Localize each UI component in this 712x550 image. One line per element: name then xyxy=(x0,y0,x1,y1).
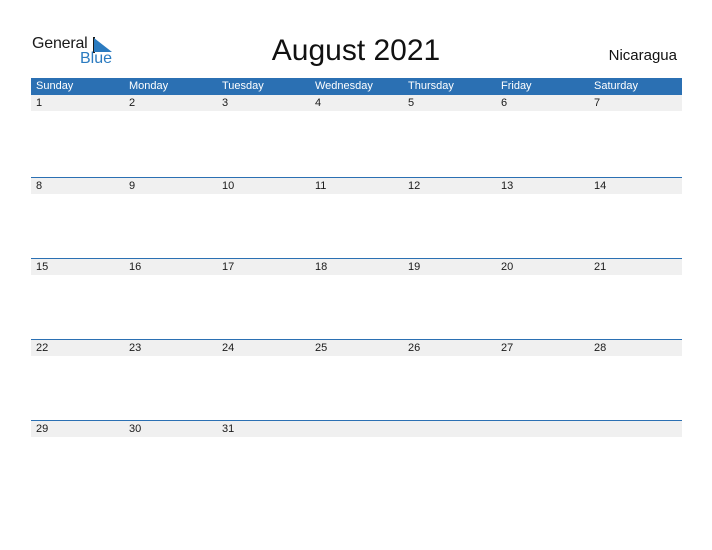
weekday-tuesday: Tuesday xyxy=(222,80,264,92)
day-cell xyxy=(589,421,682,437)
day-cell: 4 xyxy=(315,97,322,109)
day-cell: 26 xyxy=(408,342,421,354)
day-cell: 13 xyxy=(501,180,514,192)
country-label: Nicaragua xyxy=(608,47,677,64)
weekday-monday: Monday xyxy=(129,80,169,92)
day-cell: 7 xyxy=(594,97,601,109)
day-cell: 27 xyxy=(501,342,514,354)
week-row: 29 30 31 xyxy=(31,420,682,501)
day-cell: 5 xyxy=(408,97,415,109)
day-cell: 2 xyxy=(129,97,136,109)
calendar-title: August 2021 xyxy=(271,34,441,67)
day-number-strip: 1 2 3 4 5 6 7 xyxy=(31,95,682,111)
weekday-wednesday: Wednesday xyxy=(315,80,373,92)
calendar-grid: Sunday Monday Tuesday Wednesday Thursday… xyxy=(31,78,682,501)
day-cell: 15 xyxy=(36,261,49,273)
day-cell: 29 xyxy=(36,423,49,435)
day-number-strip: 15 16 17 18 19 20 21 xyxy=(31,258,682,275)
day-cell: 12 xyxy=(408,180,421,192)
weekday-friday: Friday xyxy=(501,80,532,92)
day-cell: 9 xyxy=(129,180,136,192)
day-cell: 20 xyxy=(501,261,514,273)
day-cell: 18 xyxy=(315,261,328,273)
weekday-header: Sunday Monday Tuesday Wednesday Thursday… xyxy=(31,78,682,95)
day-cell: 23 xyxy=(129,342,142,354)
day-cell: 8 xyxy=(36,180,43,192)
day-cell: 31 xyxy=(222,423,235,435)
weekday-sunday: Sunday xyxy=(36,80,74,92)
day-cell: 22 xyxy=(36,342,49,354)
day-cell: 30 xyxy=(129,423,142,435)
day-cell: 3 xyxy=(222,97,229,109)
day-cell: 16 xyxy=(129,261,142,273)
day-cell: 28 xyxy=(594,342,607,354)
week-row: 22 23 24 25 26 27 28 xyxy=(31,339,682,420)
day-cell xyxy=(310,421,403,437)
day-cell: 17 xyxy=(222,261,235,273)
day-cell: 25 xyxy=(315,342,328,354)
day-cell: 1 xyxy=(36,97,43,109)
week-row: 8 9 10 11 12 13 14 xyxy=(31,177,682,258)
day-number-strip: 29 30 31 xyxy=(31,420,682,437)
weekday-saturday: Saturday xyxy=(594,80,639,92)
day-number-strip: 22 23 24 25 26 27 28 xyxy=(31,339,682,356)
day-cell: 21 xyxy=(594,261,607,273)
week-row: 15 16 17 18 19 20 21 xyxy=(31,258,682,339)
weekday-thursday: Thursday xyxy=(408,80,454,92)
day-cell: 10 xyxy=(222,180,235,192)
day-cell: 24 xyxy=(222,342,235,354)
day-cell: 19 xyxy=(408,261,421,273)
day-cell xyxy=(496,421,589,437)
day-cell: 14 xyxy=(594,180,607,192)
day-cell: 11 xyxy=(315,180,327,192)
day-cell: 6 xyxy=(501,97,508,109)
week-row: 1 2 3 4 5 6 7 xyxy=(31,95,682,177)
day-number-strip: 8 9 10 11 12 13 14 xyxy=(31,177,682,194)
day-cell xyxy=(403,421,496,437)
